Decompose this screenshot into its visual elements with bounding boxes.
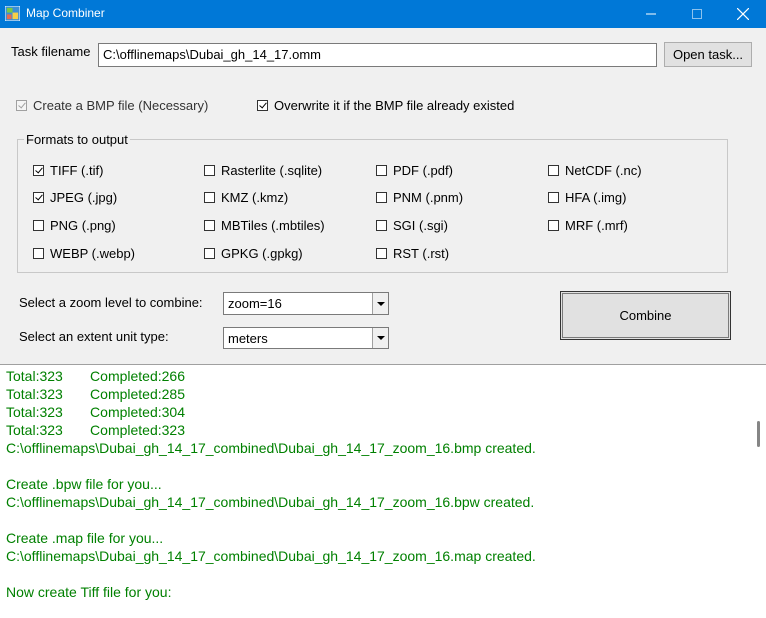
check-box xyxy=(33,248,44,259)
format-checkbox-netcdf-nc[interactable]: NetCDF (.nc) xyxy=(548,163,642,178)
check-box xyxy=(376,165,387,176)
log-line: C:\offlinemaps\Dubai_gh_14_17_combined\D… xyxy=(6,440,536,456)
check-box xyxy=(33,220,44,231)
format-label: GPKG (.gpkg) xyxy=(221,246,303,261)
extent-unit-select[interactable]: meters xyxy=(223,327,389,349)
check-box xyxy=(33,165,44,176)
formats-group-label: Formats to output xyxy=(24,132,130,147)
format-checkbox-png-png[interactable]: PNG (.png) xyxy=(33,218,116,233)
log-line: Now create Tiff file for you: xyxy=(6,584,172,600)
open-task-button[interactable]: Open task... xyxy=(664,42,752,67)
format-label: TIFF (.tif) xyxy=(50,163,104,178)
overwrite-checkbox[interactable]: Overwrite it if the BMP file already exi… xyxy=(257,98,514,113)
close-icon xyxy=(737,8,749,20)
format-label: MRF (.mrf) xyxy=(565,218,628,233)
format-label: JPEG (.jpg) xyxy=(50,190,118,205)
zoom-level-value: zoom=16 xyxy=(228,296,282,311)
maximize-button xyxy=(674,0,720,28)
check-box xyxy=(548,192,559,203)
format-label: HFA (.img) xyxy=(565,190,627,205)
format-checkbox-rasterlite-sqlite[interactable]: Rasterlite (.sqlite) xyxy=(204,163,322,178)
scroll-thumb[interactable] xyxy=(757,421,760,447)
check-box xyxy=(548,220,559,231)
format-checkbox-jpeg-jpg[interactable]: JPEG (.jpg) xyxy=(33,190,117,205)
log-line: Create .bpw file for you... xyxy=(6,476,162,492)
format-label: SGI (.sgi) xyxy=(393,218,448,233)
close-button[interactable] xyxy=(720,0,766,28)
create-bmp-check-box xyxy=(16,100,27,111)
format-label: PNG (.png) xyxy=(50,218,116,233)
extent-unit-label: Select an extent unit type: xyxy=(19,329,169,344)
format-checkbox-webp-webp[interactable]: WEBP (.webp) xyxy=(33,246,135,261)
log-line: Total:323 Completed:304 xyxy=(6,404,185,420)
format-checkbox-rst-rst[interactable]: RST (.rst) xyxy=(376,246,449,261)
check-box xyxy=(376,220,387,231)
minimize-icon xyxy=(646,13,656,15)
format-checkbox-hfa-img[interactable]: HFA (.img) xyxy=(548,190,626,205)
create-bmp-label: Create a BMP file (Necessary) xyxy=(33,98,209,113)
log-lines: Total:323 Completed:266 Total:323 Complet… xyxy=(6,367,741,601)
format-checkbox-sgi-sgi[interactable]: SGI (.sgi) xyxy=(376,218,448,233)
format-checkbox-tiff-tif[interactable]: TIFF (.tif) xyxy=(33,163,103,178)
check-box xyxy=(204,248,215,259)
minimize-button[interactable] xyxy=(628,0,674,28)
task-filename-label: Task filename xyxy=(11,44,91,59)
vertical-scrollbar[interactable] xyxy=(749,365,766,618)
app-map-icon xyxy=(5,6,20,21)
log-line: Total:323 Completed:266 xyxy=(6,368,185,384)
task-filename-input[interactable]: C:\offlinemaps\Dubai_gh_14_17.omm xyxy=(98,43,657,67)
overwrite-label: Overwrite it if the BMP file already exi… xyxy=(274,98,515,113)
check-box xyxy=(204,220,215,231)
zoom-level-select[interactable]: zoom=16 xyxy=(223,292,389,315)
format-checkbox-kmz-kmz[interactable]: KMZ (.kmz) xyxy=(204,190,288,205)
chevron-down-icon[interactable] xyxy=(372,293,388,314)
format-checkbox-mbtiles-mbtiles[interactable]: MBTiles (.mbtiles) xyxy=(204,218,325,233)
log-line: Create .map file for you... xyxy=(6,530,164,546)
format-checkbox-pnm-pnm[interactable]: PNM (.pnm) xyxy=(376,190,463,205)
check-box xyxy=(33,192,44,203)
check-box xyxy=(376,248,387,259)
check-box xyxy=(204,165,215,176)
log-line: C:\offlinemaps\Dubai_gh_14_17_combined\D… xyxy=(6,494,535,510)
format-checkbox-gpkg-gpkg[interactable]: GPKG (.gpkg) xyxy=(204,246,303,261)
log-line: C:\offlinemaps\Dubai_gh_14_17_combined\D… xyxy=(6,548,536,564)
format-label: KMZ (.kmz) xyxy=(221,190,289,205)
overwrite-check-box xyxy=(257,100,268,111)
format-label: Rasterlite (.sqlite) xyxy=(221,163,323,178)
chevron-down-icon[interactable] xyxy=(372,328,388,348)
maximize-icon xyxy=(692,9,702,19)
create-bmp-checkbox[interactable]: Create a BMP file (Necessary) xyxy=(16,98,208,113)
format-label: RST (.rst) xyxy=(393,246,450,261)
window-title: Map Combiner xyxy=(26,6,105,20)
format-label: NetCDF (.nc) xyxy=(565,163,642,178)
format-checkbox-pdf-pdf[interactable]: PDF (.pdf) xyxy=(376,163,453,178)
format-label: WEBP (.webp) xyxy=(50,246,136,261)
check-box xyxy=(376,192,387,203)
check-box xyxy=(548,165,559,176)
combine-button[interactable]: Combine xyxy=(560,291,731,340)
extent-unit-value: meters xyxy=(228,331,268,346)
format-label: PDF (.pdf) xyxy=(393,163,453,178)
format-label: PNM (.pnm) xyxy=(393,190,464,205)
check-box xyxy=(204,192,215,203)
log-line: Total:323 Completed:285 xyxy=(6,386,185,402)
title-bar[interactable]: Map Combiner xyxy=(0,0,766,28)
format-label: MBTiles (.mbtiles) xyxy=(221,218,325,233)
format-checkbox-mrf-mrf[interactable]: MRF (.mrf) xyxy=(548,218,628,233)
log-line: Total:323 Completed:323 xyxy=(6,422,185,438)
zoom-level-label: Select a zoom level to combine: xyxy=(19,295,203,310)
log-output[interactable]: Total:323 Completed:266 Total:323 Complet… xyxy=(0,364,766,618)
